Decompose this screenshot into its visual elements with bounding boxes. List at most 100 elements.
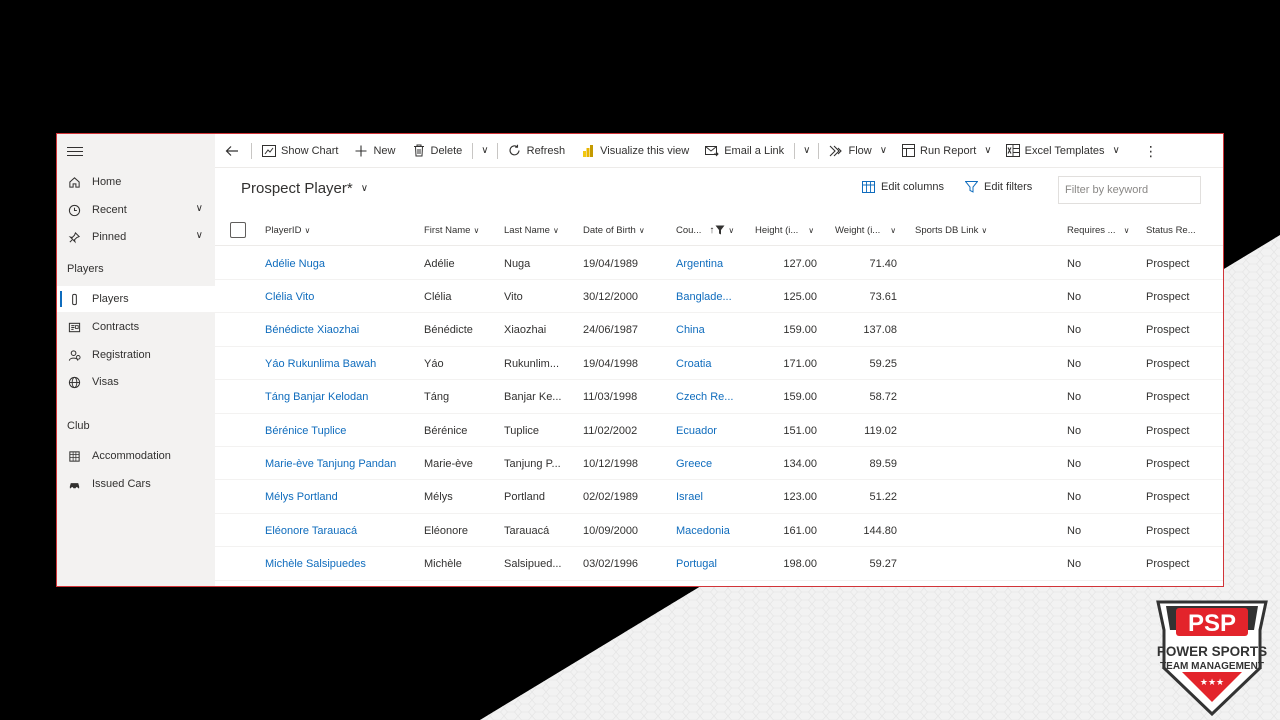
- show-chart-button[interactable]: Show Chart: [254, 134, 346, 168]
- visualize-view-button[interactable]: Visualize this view: [573, 134, 697, 168]
- first-name-cell: Clélia: [424, 290, 452, 303]
- chevron-down-icon[interactable]: ∨: [196, 203, 203, 214]
- filter-icon: [965, 181, 978, 193]
- filter-keyword-input[interactable]: [1058, 176, 1201, 204]
- first-name-cell: Bérénice: [424, 424, 468, 437]
- country-link[interactable]: Czech Re...: [676, 381, 733, 414]
- player-id-link[interactable]: Marie-ève Tanjung Pandan: [265, 447, 396, 480]
- column-label: Cou...: [676, 224, 702, 236]
- status-cell: Prospect: [1146, 257, 1190, 270]
- more-commands-chevron-icon[interactable]: ∨: [475, 145, 494, 156]
- edit-filters-button[interactable]: Edit filters: [965, 181, 1032, 193]
- sidebar-item-registration[interactable]: Registration: [57, 342, 215, 368]
- player-id-link[interactable]: Clélia Vito: [265, 280, 314, 313]
- table-row[interactable]: Táng Banjar Kelodan Táng Banjar Ke... 11/03…: [215, 381, 1223, 414]
- table-row[interactable]: Adélie Nuga Adélie Nuga 19/04/1989 Argentina…: [215, 247, 1223, 280]
- logo-line1: POWER SPORTS: [1157, 644, 1267, 659]
- column-header-status[interactable]: Status Re...: [1146, 214, 1196, 246]
- country-link[interactable]: Banglade...: [676, 280, 732, 313]
- first-name-cell: Mélys: [424, 491, 453, 504]
- column-label: PlayerID: [265, 224, 302, 236]
- pin-icon: [67, 230, 81, 244]
- nav-home[interactable]: Home: [57, 169, 215, 195]
- player-id-link[interactable]: Eléonore Tarauacá: [265, 514, 357, 547]
- table-row[interactable]: Michèle Salsipuedes Michèle Salsipued... 03…: [215, 548, 1223, 581]
- delete-label: Delete: [430, 144, 463, 157]
- requires-cell: No: [1067, 257, 1082, 270]
- sidebar-item-visas[interactable]: Visas: [57, 369, 215, 395]
- new-button[interactable]: New: [346, 134, 403, 168]
- more-options-button[interactable]: ⋮: [1136, 134, 1166, 168]
- player-id-link[interactable]: Mélys Portland: [265, 481, 338, 514]
- nav-pinned-label: Pinned: [92, 231, 127, 243]
- excel-templates-button[interactable]: Excel Templates: [998, 134, 1107, 168]
- column-header-weight[interactable]: Weight (i... ∨: [835, 214, 896, 246]
- player-id-link[interactable]: Bérénice Tuplice: [265, 414, 346, 447]
- nav-recent[interactable]: Recent ∨: [57, 197, 215, 223]
- first-name-cell: Michèle: [424, 558, 462, 571]
- sidebar-item-contracts[interactable]: Contracts: [57, 314, 215, 340]
- country-link[interactable]: Israel: [676, 481, 703, 514]
- weight-cell: 59.25: [869, 357, 897, 370]
- back-button[interactable]: [215, 134, 249, 168]
- table-row[interactable]: Mélys Portland Mélys Portland 02/02/1989 Isr…: [215, 481, 1223, 514]
- last-name-cell: Vito: [504, 290, 523, 303]
- clock-icon: [67, 203, 81, 217]
- player-id-link[interactable]: Táng Banjar Kelodan: [265, 381, 368, 414]
- table-row[interactable]: Bérénice Tuplice Bérénice Tuplice 11/02/200…: [215, 414, 1223, 447]
- excel-chevron-down-icon[interactable]: ∨: [1107, 145, 1126, 156]
- table-row[interactable]: Eléonore Tarauacá Eléonore Tarauacá 10/09/2…: [215, 514, 1223, 548]
- column-header-sports-db-link[interactable]: Sports DB Link ∨: [915, 214, 987, 246]
- country-link[interactable]: Portugal: [676, 548, 717, 581]
- column-header-first-name[interactable]: First Name ∨: [424, 214, 479, 246]
- table-row[interactable]: Marie-ève Tanjung Pandan Marie-ève Tanjung…: [215, 447, 1223, 481]
- sidebar-item-accommodation[interactable]: Accommodation: [57, 443, 215, 469]
- flow-chevron-down-icon[interactable]: ∨: [874, 145, 893, 156]
- player-id-link[interactable]: Michèle Salsipuedes: [265, 548, 366, 581]
- run-report-chevron-down-icon[interactable]: ∨: [978, 145, 997, 156]
- sidebar-item-players[interactable]: Players: [57, 286, 215, 312]
- email-link-button[interactable]: Email a Link: [697, 134, 792, 168]
- player-id-link[interactable]: Adélie Nuga: [265, 247, 325, 280]
- country-link[interactable]: Ecuador: [676, 414, 717, 447]
- column-header-player-id[interactable]: PlayerID ∨: [265, 214, 310, 246]
- table-row[interactable]: Bénédicte Xiaozhai Bénédicte Xiaozhai 24/06…: [215, 314, 1223, 347]
- player-id-link[interactable]: Yáo Rukunlima Bawah: [265, 347, 376, 380]
- dynamics-app-window: Home Recent ∨ Pinned ∨ Players Players C…: [56, 133, 1224, 587]
- player-id-link[interactable]: Bénédicte Xiaozhai: [265, 314, 359, 347]
- dob-cell: 11/02/2002: [583, 424, 638, 437]
- edit-columns-button[interactable]: Edit columns: [862, 181, 944, 193]
- country-link[interactable]: Croatia: [676, 347, 711, 380]
- height-cell: 171.00: [783, 357, 817, 370]
- nav-pinned[interactable]: Pinned ∨: [57, 224, 215, 250]
- view-selector[interactable]: Prospect Player* ∨: [241, 180, 368, 197]
- column-header-dob[interactable]: Date of Birth ∨: [583, 214, 645, 246]
- column-header-requires[interactable]: Requires ... ∨: [1067, 214, 1129, 246]
- refresh-button[interactable]: Refresh: [500, 134, 574, 168]
- requires-cell: No: [1067, 391, 1082, 404]
- flow-button[interactable]: Flow: [821, 134, 873, 168]
- country-link[interactable]: Macedonia: [676, 514, 730, 547]
- run-report-button[interactable]: Run Report: [893, 134, 978, 168]
- height-cell: 159.00: [783, 324, 817, 337]
- country-link[interactable]: China: [676, 314, 705, 347]
- hamburger-menu-icon[interactable]: [67, 144, 83, 158]
- edit-filters-label: Edit filters: [984, 181, 1033, 193]
- country-link[interactable]: Argentina: [676, 247, 723, 280]
- chevron-down-icon: ∨: [473, 225, 480, 235]
- column-header-height[interactable]: Height (i... ∨: [755, 214, 814, 246]
- column-header-country[interactable]: Cou... ↑ ∨: [676, 214, 734, 246]
- table-row[interactable]: Clélia Vito Clélia Vito 30/12/2000 Banglade.…: [215, 280, 1223, 314]
- nav-home-label: Home: [92, 176, 122, 188]
- dob-cell: 10/12/1998: [583, 457, 639, 470]
- select-all-checkbox[interactable]: [230, 222, 246, 238]
- table-row[interactable]: Yáo Rukunlima Bawah Yáo Rukunlim... 19/04/1…: [215, 347, 1223, 381]
- height-cell: 127.00: [783, 257, 817, 270]
- column-header-last-name[interactable]: Last Name ∨: [504, 214, 559, 246]
- email-chevron-down-icon[interactable]: ∨: [797, 145, 816, 156]
- country-link[interactable]: Greece: [676, 447, 712, 480]
- excel-icon: [1005, 144, 1020, 158]
- chevron-down-icon[interactable]: ∨: [196, 230, 203, 241]
- delete-button[interactable]: Delete: [404, 134, 471, 168]
- sidebar-item-issued-cars[interactable]: Issued Cars: [57, 471, 215, 497]
